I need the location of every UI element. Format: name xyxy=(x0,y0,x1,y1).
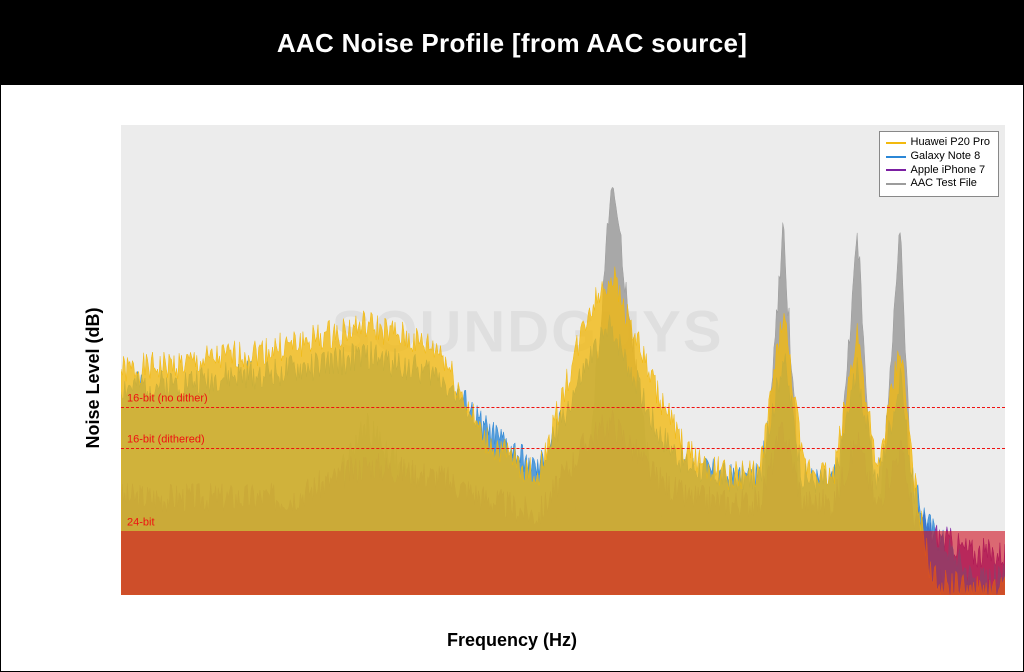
chart-title: AAC Noise Profile [from AAC source] xyxy=(277,28,747,59)
y-axis-label: Noise Level (dB) xyxy=(83,307,104,448)
legend-swatch xyxy=(886,156,906,158)
legend-label: Huawei P20 Pro xyxy=(911,136,991,150)
chart-frame: AAC Noise Profile [from AAC source] Nois… xyxy=(0,0,1024,672)
legend-label: Apple iPhone 7 xyxy=(911,164,986,178)
reference-label: 16-bit (dithered) xyxy=(127,433,205,445)
legend-item: AAC Test File xyxy=(886,177,991,191)
reference-label: 16-bit (no dither) xyxy=(127,393,208,405)
reference-line xyxy=(121,407,1005,408)
plot-area: SOUNDGUYS Huawei P20 ProGalaxy Note 8App… xyxy=(121,125,1005,595)
legend-swatch xyxy=(886,142,906,144)
spectra-svg xyxy=(121,125,1005,595)
reference-line xyxy=(121,448,1005,449)
legend-item: Apple iPhone 7 xyxy=(886,164,991,178)
reference-label: 24-bit xyxy=(127,517,155,529)
plot-wrapper: Noise Level (dB) Frequency (Hz) SOUNDGUY… xyxy=(1,85,1023,671)
legend-item: Galaxy Note 8 xyxy=(886,150,991,164)
noise-floor-band xyxy=(121,531,1005,595)
legend-swatch xyxy=(886,169,906,171)
x-axis-label: Frequency (Hz) xyxy=(1,630,1023,651)
legend-swatch xyxy=(886,183,906,185)
legend-label: AAC Test File xyxy=(911,177,977,191)
legend-item: Huawei P20 Pro xyxy=(886,136,991,150)
legend: Huawei P20 ProGalaxy Note 8Apple iPhone … xyxy=(879,131,1000,197)
title-bar: AAC Noise Profile [from AAC source] xyxy=(1,1,1023,85)
legend-label: Galaxy Note 8 xyxy=(911,150,981,164)
